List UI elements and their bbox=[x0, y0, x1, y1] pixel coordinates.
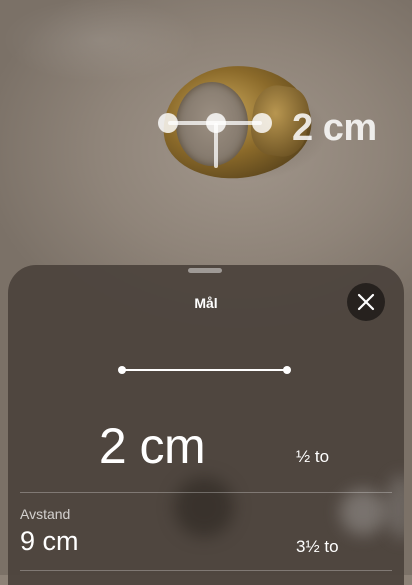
ar-endpoint-right[interactable] bbox=[252, 113, 272, 133]
measurement-preview-line bbox=[122, 369, 288, 371]
sheet-grabber[interactable] bbox=[188, 268, 222, 273]
measurement-sheet: Mål 2 cm ½ to Avstand 9 cm 3½ to bbox=[8, 265, 404, 585]
ar-endpoint-left[interactable] bbox=[158, 113, 178, 133]
background-blur bbox=[386, 475, 404, 539]
ar-measurement-label[interactable]: 2 cm bbox=[292, 107, 377, 150]
measurement-preview-start bbox=[118, 366, 126, 374]
background-blur bbox=[340, 489, 386, 535]
primary-ring-size: ½ to bbox=[296, 447, 330, 466]
sheet-title: Mål bbox=[194, 295, 218, 311]
distance-ring-size: 3½ to bbox=[296, 537, 339, 556]
primary-measurement-value: 2 cm bbox=[98, 418, 206, 474]
distance-value: 9 cm bbox=[20, 526, 79, 556]
divider bbox=[20, 570, 392, 571]
distance-label: Avstand bbox=[20, 506, 71, 522]
ar-midpoint[interactable] bbox=[206, 113, 226, 133]
measurement-preview-end bbox=[283, 366, 291, 374]
close-button[interactable] bbox=[347, 283, 385, 321]
divider bbox=[20, 492, 392, 493]
close-icon bbox=[357, 293, 375, 311]
background-blur bbox=[174, 477, 234, 537]
